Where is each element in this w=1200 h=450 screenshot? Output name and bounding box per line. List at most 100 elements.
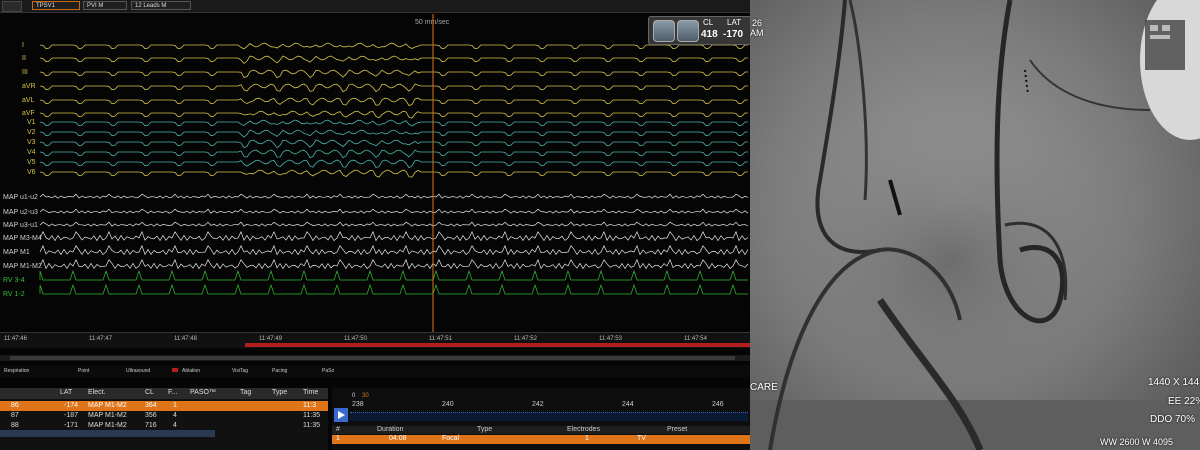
col-electrodes: Electrodes [567, 426, 601, 433]
scroll-thumb[interactable] [10, 356, 735, 360]
col-cl[interactable]: CL [145, 389, 154, 396]
annotation-tool-icon[interactable] [653, 20, 675, 42]
lead-label: I [22, 42, 24, 49]
map-select[interactable]: PVI M [83, 1, 127, 10]
legend-paso: PaSo [322, 368, 335, 374]
legend-visitag: VisiTag [232, 368, 249, 374]
lead-label: RV 3-4 [3, 277, 25, 284]
time-tick: 11:47:50 [344, 336, 367, 342]
lead-label: MAP u2-u3 [3, 209, 38, 216]
lead-label: V3 [27, 139, 36, 146]
col-time[interactable]: Time [303, 389, 318, 396]
timeline-tick: 246 [712, 401, 724, 408]
timeline-row[interactable]: 1 04:08 Focal 1 TV [332, 435, 750, 444]
time-tick: 11:47:51 [429, 336, 452, 342]
fluoro-matrix: 1440 X 144 [1148, 377, 1200, 388]
fluoro-ee: EE 22% [1168, 396, 1200, 407]
waveform-trace [39, 139, 748, 149]
fluoro-window: WW 2600 W 4095 [1100, 437, 1174, 447]
lead-label: III [22, 69, 28, 76]
setup-select[interactable]: TPSV1 [32, 1, 80, 10]
waveform-trace [39, 129, 748, 138]
waveform-trace [39, 55, 748, 65]
waveform-trace [39, 97, 748, 107]
row-time: 11:35 [303, 422, 320, 429]
row-duration: 04:08 [389, 435, 407, 442]
timeline-marker-end: 30 [362, 393, 369, 399]
waveform-trace [39, 69, 748, 79]
col-duration: Duration [377, 426, 404, 433]
legend-bar: Respiration Point Ultrasound Ablation Vi… [0, 365, 750, 377]
waveform-trace [39, 149, 748, 159]
waveform-trace [39, 258, 749, 270]
row-time: 11:3 [303, 402, 317, 409]
table-row[interactable]: 87 -187 MAP M1-M2 356 4 11:35 [0, 411, 328, 421]
row-electrodes: 1 [585, 435, 589, 442]
timeline-track[interactable] [350, 412, 748, 421]
ecg-panel: TPSV1 PVI M 12 Leads M 50 mm/sec I II III a… [0, 0, 750, 450]
leads-select[interactable]: 12 Leads M [131, 1, 191, 10]
waveform-trace [39, 119, 748, 127]
col-elect[interactable]: Elect. [88, 389, 106, 396]
col-num: # [336, 426, 340, 433]
col-ab-type: Type [477, 426, 493, 433]
play-button[interactable] [334, 408, 348, 422]
time-tick: 11:47:47 [89, 336, 112, 342]
time-tick: 11:47:48 [174, 336, 197, 342]
ecg-traces [39, 14, 749, 334]
waveform-trace [39, 42, 748, 50]
fluoro-corner-am: AM [750, 28, 764, 38]
lead-label: MAP M1 [3, 249, 30, 256]
timeline-tick: 240 [442, 401, 454, 408]
cl-lat-overlay: CL 418 LAT -170 [648, 16, 750, 45]
row-id: 88 [11, 422, 19, 429]
waveform-trace [39, 244, 749, 256]
row-ab-type: Focal [442, 435, 460, 442]
reference-tool-icon[interactable] [677, 20, 699, 42]
waveform-trace [39, 83, 748, 93]
fluoro-image [750, 0, 1200, 450]
timeline-tick: 242 [532, 401, 544, 408]
waveform-trace [39, 169, 748, 178]
row-f: 4 [173, 422, 177, 429]
row-cl: 356 [145, 412, 157, 419]
lead-label: aVL [22, 97, 35, 104]
col-tag[interactable]: Tag [240, 389, 251, 396]
waveform-trace [39, 110, 748, 119]
lead-label: MAP M1-M2 [3, 263, 42, 270]
waveform-trace [39, 208, 749, 214]
lead-label: V6 [27, 169, 36, 176]
col-type[interactable]: Type [272, 389, 287, 396]
col-f[interactable]: F... [168, 389, 177, 396]
lat-value: -170 [723, 29, 744, 40]
fluoro-corner-num: 26 [752, 18, 763, 28]
cl-label: CL [703, 18, 714, 27]
row-f: 4 [173, 412, 177, 419]
lead-label: RV 1-2 [3, 291, 25, 298]
fluoro-ddo: DDO 70% [1150, 414, 1196, 425]
time-tick: 11:47:53 [599, 336, 622, 342]
row-lat: -187 [64, 412, 79, 419]
lead-label: V4 [27, 149, 36, 156]
timeline-header: # Duration Type Electrodes Preset [332, 426, 750, 434]
points-table: LAT Elect. CL F... PASO™ Tag Type Time 8… [0, 388, 328, 450]
col-lat[interactable]: LAT [60, 389, 72, 396]
row-lat: -171 [64, 422, 79, 429]
row-cl: 364 [145, 402, 157, 409]
legend-ultrasound: Ultrasound [126, 368, 151, 374]
waveform-icon[interactable] [2, 1, 22, 12]
ablation-timeline: 0 30 238 240 242 244 246 # Duration Type… [332, 388, 750, 450]
table-header: LAT Elect. CL F... PASO™ Tag Type Time [0, 388, 328, 399]
ablation-swatch [172, 368, 178, 372]
table-row[interactable]: 86 -174 MAP M1-M2 364 1 11:3 [0, 401, 328, 411]
timeline-tick: 244 [622, 401, 634, 408]
row-elect: MAP M1-M2 [88, 402, 127, 409]
lat-label: LAT [727, 18, 742, 27]
timeline-tick: 238 [352, 401, 364, 408]
time-tick: 11:47:52 [514, 336, 537, 342]
table-scrollbar[interactable] [0, 430, 215, 437]
review-scrollbar[interactable] [0, 355, 750, 361]
waveform-trace [39, 230, 749, 242]
col-paso[interactable]: PASO™ [190, 389, 216, 396]
row-time: 11:35 [303, 412, 320, 419]
